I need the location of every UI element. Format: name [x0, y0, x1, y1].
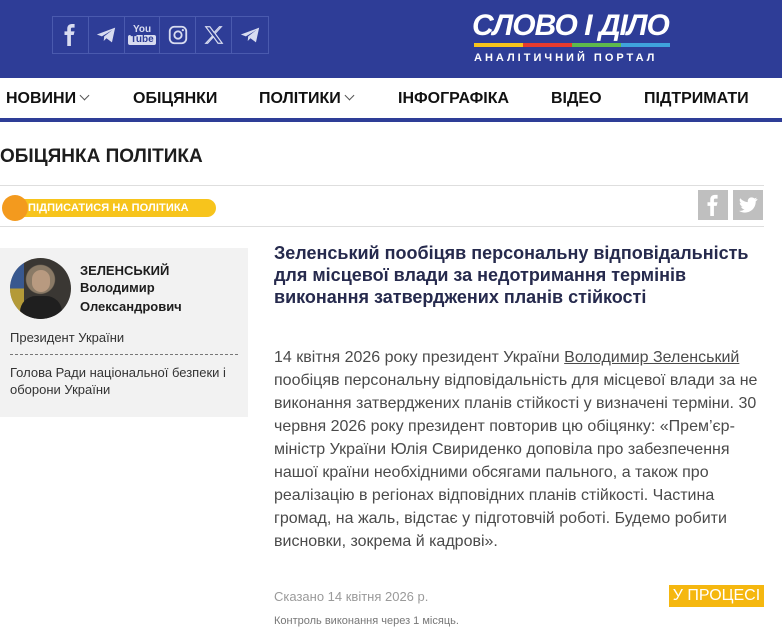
subscribe-label: ПІДПИСАТИСЯ НА ПОЛІТИКА: [28, 202, 189, 214]
youtube-link[interactable]: You Tube: [125, 17, 161, 53]
instagram-icon: [168, 25, 188, 45]
politician-link[interactable]: Володимир Зеленський: [564, 349, 739, 366]
nav-item-label: ПОЛІТИКИ: [259, 90, 341, 107]
site-header: You Tube СЛОВО І ДІЛО АНАЛІТИЧНИЙ ПОРТАЛ: [0, 0, 782, 78]
control-note: Контроль виконання через 1 місяць.: [274, 615, 459, 627]
facebook-link[interactable]: [53, 17, 89, 53]
youtube-icon: You Tube: [128, 25, 156, 45]
subscribe-button[interactable]: ПІДПИСАТИСЯ НА ПОЛІТИКА: [2, 195, 216, 221]
share-twitter-button[interactable]: [733, 190, 763, 220]
politician-surname[interactable]: ЗЕЛЕНСЬКИЙ: [80, 263, 169, 278]
promise-headline: Зеленський пообіцяв персональну відповід…: [274, 243, 749, 307]
status-badge: У ПРОЦЕСІ: [669, 585, 764, 607]
youtube-icon-text-bottom: Tube: [128, 34, 156, 45]
x-icon: [204, 26, 224, 44]
subscribe-circle-icon: [2, 195, 28, 221]
telegram-icon: [240, 27, 260, 43]
politician-role: Президент України: [10, 330, 125, 345]
nav-item-video[interactable]: ВІДЕО: [551, 90, 602, 108]
avatar-body-shape: [20, 296, 62, 319]
main-nav: НОВИНИ ОБІЦЯНКИ ПОЛІТИКИ ІНФОГРАФІКА ВІД…: [0, 78, 782, 122]
page-title: ОБІЦЯНКА ПОЛІТИКА: [0, 146, 203, 167]
chevron-down-icon: [79, 90, 90, 101]
logo-bar-green: [572, 43, 621, 47]
avatar-face-shape: [32, 270, 50, 292]
logo-bar-red: [523, 43, 572, 47]
nav-item-support[interactable]: ПІДТРИМАТИ: [644, 90, 749, 108]
politician-role: Голова Ради національної безпеки і оборо…: [10, 365, 226, 397]
facebook-icon: [64, 24, 75, 46]
politician-card[interactable]: ЗЕЛЕНСЬКИЙ Володимир Олександрович Прези…: [0, 248, 248, 417]
divider: [0, 185, 764, 186]
politician-patronymic[interactable]: Олександрович: [80, 299, 182, 314]
logo-color-bar: [474, 43, 670, 47]
nav-item-label: НОВИНИ: [6, 90, 77, 107]
said-date: Сказано 14 квітня 2026 р.: [274, 589, 429, 604]
avatar[interactable]: [10, 258, 71, 319]
logo-title: СЛОВО І ДІЛО: [472, 9, 670, 42]
telegram-icon: [97, 27, 116, 43]
nav-item-promises[interactable]: ОБІЦЯНКИ: [133, 90, 217, 108]
nav-item-infographics[interactable]: ІНФОГРАФІКА: [398, 90, 509, 108]
nav-item-label: ІНФОГРАФІКА: [398, 90, 510, 107]
politician-first-name[interactable]: Володимир: [80, 280, 155, 295]
telegram-link[interactable]: [89, 17, 125, 53]
divider: [0, 226, 764, 227]
nav-item-politicians[interactable]: ПОЛІТИКИ: [259, 90, 355, 108]
social-links: You Tube: [52, 16, 269, 54]
promise-body-text: 14 квітня 2026 року президент України: [274, 349, 565, 366]
logo-bar-blue: [621, 43, 670, 47]
telegram-link-2[interactable]: [232, 17, 268, 53]
dashed-divider: [10, 354, 238, 355]
x-link[interactable]: [196, 17, 233, 53]
logo-subtitle: АНАЛІТИЧНИЙ ПОРТАЛ: [474, 52, 658, 64]
share-facebook-button[interactable]: [698, 190, 728, 220]
site-logo[interactable]: СЛОВО І ДІЛО АНАЛІТИЧНИЙ ПОРТАЛ: [472, 10, 682, 66]
facebook-icon: [707, 194, 718, 216]
instagram-link[interactable]: [160, 17, 197, 53]
logo-bar-yellow: [474, 43, 523, 47]
promise-body-text: пообіцяв персональну відповідальність дл…: [274, 372, 758, 550]
twitter-icon: [739, 197, 758, 213]
promise-body: 14 квітня 2026 року президент України Во…: [274, 346, 766, 553]
chevron-down-icon: [344, 90, 355, 101]
nav-item-label: ОБІЦЯНКИ: [133, 90, 218, 107]
nav-item-label: ВІДЕО: [551, 90, 602, 107]
nav-item-label: ПІДТРИМАТИ: [644, 90, 749, 107]
nav-item-news[interactable]: НОВИНИ: [6, 90, 90, 108]
